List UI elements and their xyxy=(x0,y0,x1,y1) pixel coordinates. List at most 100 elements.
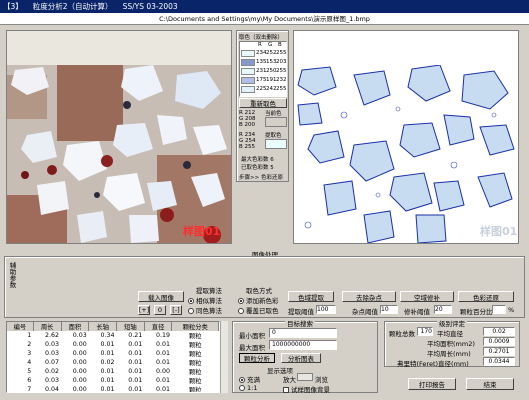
radio-similar[interactable] xyxy=(188,298,194,304)
exit-button[interactable]: 结束 xyxy=(466,378,514,390)
processed-graphic xyxy=(297,65,515,243)
table-cell: 0.01 xyxy=(155,359,170,366)
fix-threshold-input[interactable]: 20 xyxy=(434,305,452,314)
color-value-b: 203 xyxy=(276,59,287,65)
radio-1to1[interactable] xyxy=(239,385,245,391)
color-swatch-row[interactable]: 175 191 232 xyxy=(240,77,287,85)
table-cell: 0.01 xyxy=(100,350,115,357)
table-cell: 5 xyxy=(27,368,32,375)
restore-color-button[interactable]: 色彩还原 xyxy=(458,291,514,302)
table-cell: 0.04 xyxy=(45,386,60,393)
table-cell: 0.02 xyxy=(100,359,115,366)
table-cell: 0.01 xyxy=(155,350,170,357)
color-swatch xyxy=(241,86,255,93)
table-cell: 颗粒 xyxy=(188,360,202,367)
display-mode-1to1[interactable]: 1:1 xyxy=(239,384,257,392)
table-cell: 0.01 xyxy=(128,386,143,393)
table-header-cell[interactable]: 长轴 xyxy=(88,322,117,331)
color-value-b: 255 xyxy=(276,50,287,56)
table-row[interactable]: 5 0.02 0.00 0.01 0.01 0.00 颗粒 xyxy=(7,367,219,376)
step-label[interactable]: 步骤>> 色彩还原 xyxy=(239,173,283,181)
noise-threshold-input[interactable]: 10 xyxy=(380,305,398,314)
color-method-add[interactable]: 添加新色彩 xyxy=(238,295,279,305)
table-header-cell[interactable]: 直径 xyxy=(144,322,173,331)
table-cell: 0.07 xyxy=(45,359,60,366)
table-row[interactable]: 3 0.03 0.00 0.01 0.01 0.01 颗粒 xyxy=(7,349,219,358)
table-cell: 4 xyxy=(27,359,32,366)
table-row[interactable]: 2 0.03 0.00 0.01 0.01 0.01 颗粒 xyxy=(7,340,219,349)
product-title: SS/YS 03-2003 xyxy=(122,2,178,11)
remove-noise-button[interactable]: 去除杂点 xyxy=(342,291,396,302)
original-image[interactable]: 样图01 xyxy=(6,30,232,244)
grain-percent-input[interactable] xyxy=(492,305,506,314)
color-swatch-list[interactable]: R G B 234 252 255 135 153 203 231 250 255 175 191 2… xyxy=(239,41,287,97)
color-value-r: 225 xyxy=(256,86,267,92)
table-cell: 0.03 xyxy=(72,332,87,339)
color-swatch-row[interactable]: 231 250 255 xyxy=(240,68,287,76)
table-cell: 3 xyxy=(27,350,32,357)
print-report-button[interactable]: 打印报告 xyxy=(408,378,456,390)
table-scrollbar[interactable] xyxy=(220,321,228,393)
extract-algo-same[interactable]: 同色算法 xyxy=(188,305,222,315)
fill-holes-button[interactable]: 空域修补 xyxy=(400,291,454,302)
table-header-cell[interactable]: 颗粒分类 xyxy=(171,322,219,331)
analysis-chart-button[interactable]: 分析图表 xyxy=(281,353,321,363)
color-extract-button[interactable]: 色域提取 xyxy=(288,291,334,302)
background-checkbox[interactable]: 试样图像背景 xyxy=(283,384,330,394)
table-cell: 6 xyxy=(27,377,32,384)
display-mode-fill[interactable]: 充满 xyxy=(239,374,260,384)
table-row[interactable]: 1 2.62 0.03 0.34 0.21 0.19 颗粒 xyxy=(7,331,219,340)
zoom-out-button[interactable]: [-] xyxy=(170,305,182,315)
color-swatch-row[interactable]: 225 242 255 xyxy=(240,86,287,94)
table-cell: 0.01 xyxy=(100,377,115,384)
table-header-cell[interactable]: 短轴 xyxy=(116,322,145,331)
min-area-input[interactable]: 0 xyxy=(269,328,337,338)
current-color-swatch xyxy=(265,117,287,127)
radio-cover-color[interactable] xyxy=(238,308,244,314)
color-value-g: 242 xyxy=(266,86,277,92)
zoom-in-button[interactable]: [+] xyxy=(138,305,150,315)
color-value-b: 255 xyxy=(276,86,287,92)
color-value-g: 191 xyxy=(266,77,277,83)
results-table[interactable]: 编号 周长 面积 长轴 短轴 直径 颗粒分类 1 2.62 0.03 0.34 0.21 0.19 颗粒… xyxy=(6,321,220,393)
table-row[interactable]: 6 0.03 0.00 0.01 0.01 0.01 颗粒 xyxy=(7,376,219,385)
reset-color-button[interactable]: 重新取色 xyxy=(239,98,287,108)
radio-same[interactable] xyxy=(188,308,194,314)
grain-percent-label: 颗粒百分比 xyxy=(460,308,493,316)
min-area-label: 最小面积 xyxy=(239,332,265,340)
processed-image[interactable]: 样图01 xyxy=(293,30,519,244)
color-swatch-row[interactable]: 135 153 203 xyxy=(240,59,287,67)
table-row[interactable]: 4 0.07 0.00 0.02 0.01 0.01 颗粒 xyxy=(7,358,219,367)
max-area-input[interactable]: 1000000000 xyxy=(269,340,337,350)
micrograph-graphic xyxy=(7,65,231,243)
display-scroll-label: 浏览 xyxy=(315,376,328,384)
load-image-button[interactable]: 载入图像 xyxy=(138,291,184,302)
color-header-g: G xyxy=(268,42,273,48)
table-cell: 0.01 xyxy=(100,341,115,348)
table-cell: 0.01 xyxy=(128,368,143,375)
table-row[interactable]: 7 0.04 0.00 0.01 0.01 0.01 颗粒 xyxy=(7,385,219,393)
grade-eval-title: 级别评定 xyxy=(437,318,467,328)
color-swatch-row[interactable]: 234 252 255 xyxy=(240,50,287,58)
display-scroll[interactable] xyxy=(297,373,313,381)
extract-algo-similar[interactable]: 相似算法 xyxy=(188,295,222,305)
background-checkbox-box[interactable] xyxy=(283,387,289,393)
radio-1to1-label: 1:1 xyxy=(247,384,258,392)
table-header-cell[interactable]: 面积 xyxy=(61,322,90,331)
table-header-cell[interactable]: 编号 xyxy=(7,322,34,331)
color-header-r: R xyxy=(258,42,262,48)
grain-percent-unit: % xyxy=(508,306,515,314)
table-cell: 2 xyxy=(27,341,32,348)
color-method-cover[interactable]: 覆盖已取色 xyxy=(238,305,279,315)
radio-cover-color-label: 覆盖已取色 xyxy=(246,307,279,315)
zoom-reset-button[interactable]: 0 xyxy=(154,305,166,315)
color-header-b: B xyxy=(278,42,282,48)
extract-threshold-input[interactable]: 100 xyxy=(316,305,336,314)
grain-analysis-button[interactable]: 颗粒分析 xyxy=(239,353,275,363)
color-value-b: 232 xyxy=(276,77,287,83)
radio-add-color[interactable] xyxy=(238,298,244,304)
extract-algo-title: 提取算法 xyxy=(196,287,222,295)
table-cell: 颗粒 xyxy=(188,342,202,349)
table-header-cell[interactable]: 周长 xyxy=(33,322,62,331)
radio-fill[interactable] xyxy=(239,377,245,383)
